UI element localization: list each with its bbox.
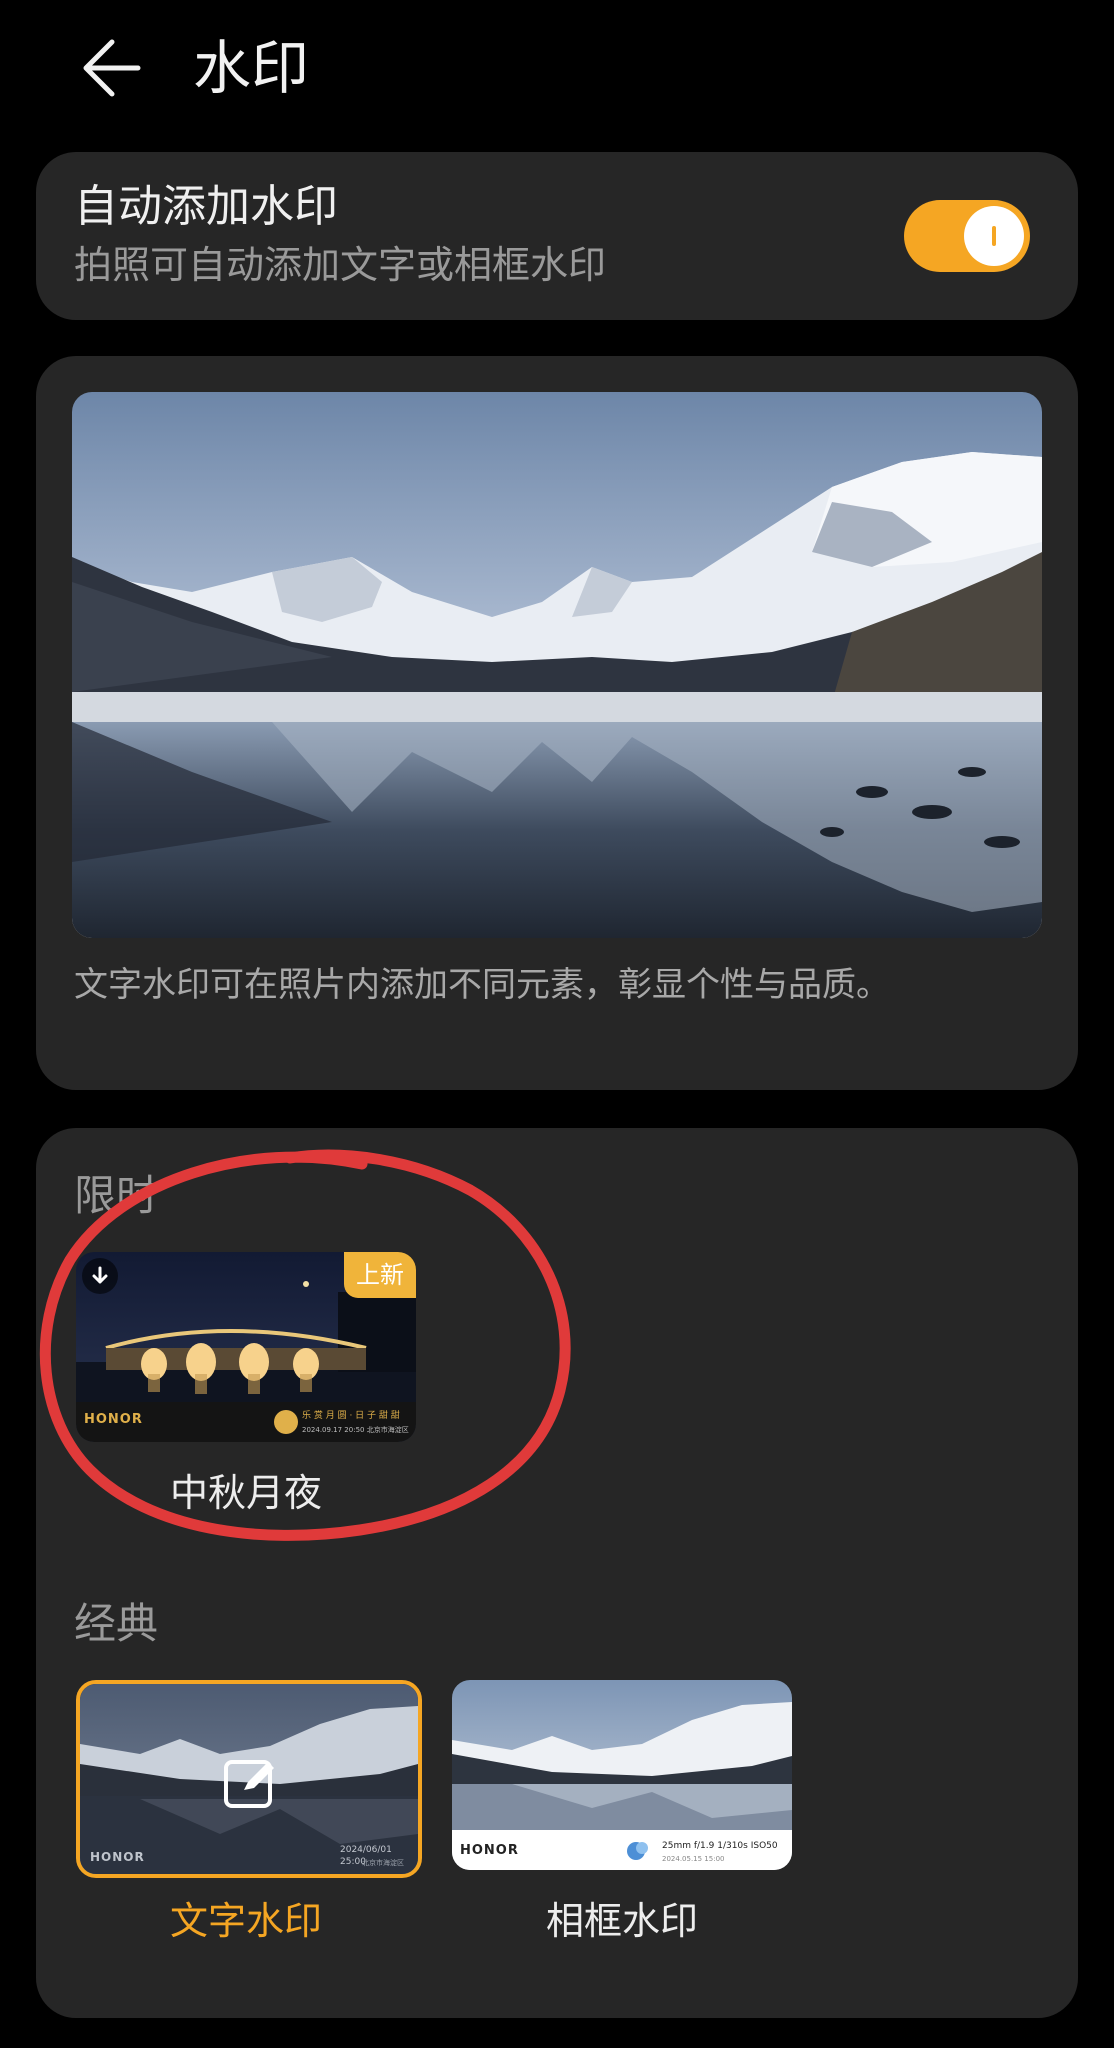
text-watermark-brand-text: HONOR bbox=[90, 1850, 145, 1864]
frame-watermark-exif-line1: 25mm f/1.9 1/310s ISO50 bbox=[662, 1841, 778, 1851]
mid-autumn-caption: 中秋月夜 bbox=[169, 1471, 322, 1515]
watermark-option-mid-autumn[interactable]: HONOR 乐 赏 月 圆 · 日 子 甜 甜 2024.09.17 20:50… bbox=[76, 1252, 416, 1442]
auto-watermark-subtitle: 拍照可自动添加文字或相框水印 bbox=[74, 243, 607, 287]
watermark-option-text[interactable]: HONOR 2024/06/01 25:00 北京市海淀区 bbox=[76, 1680, 422, 1878]
section-label-limited: 限时 bbox=[74, 1171, 159, 1220]
watermark-option-frame[interactable]: HONOR 25mm f/1.9 1/310s ISO50 2024.05.15… bbox=[452, 1680, 792, 1870]
toggle-on-mark bbox=[992, 226, 996, 246]
mid-autumn-stamp-line1: 乐 赏 月 圆 · 日 子 甜 甜 bbox=[302, 1411, 400, 1421]
edit-icon bbox=[224, 1760, 274, 1808]
app-header: 水印 bbox=[0, 0, 1114, 140]
frame-watermark-exif-line2: 2024.05.15 15:00 bbox=[662, 1855, 725, 1863]
back-arrow-icon bbox=[83, 39, 141, 97]
auto-watermark-toggle[interactable] bbox=[904, 200, 1030, 272]
frame-watermark-caption: 相框水印 bbox=[545, 1899, 698, 1943]
text-watermark-caption: 文字水印 bbox=[169, 1899, 322, 1943]
new-badge: 上新 bbox=[344, 1252, 416, 1298]
section-label-classic: 经典 bbox=[74, 1599, 159, 1648]
page-title: 水印 bbox=[193, 34, 310, 102]
frame-watermark-brand-text: HONOR bbox=[460, 1843, 519, 1858]
mid-autumn-brand-text: HONOR bbox=[84, 1412, 143, 1427]
preview-card: 文字水印可在照片内添加不同元素，彰显个性与品质。 bbox=[36, 356, 1078, 1090]
preview-description: 文字水印可在照片内添加不同元素，彰显个性与品质。 bbox=[74, 965, 890, 1005]
watermark-styles-card: 限时 HONOR 乐 赏 月 圆 · 日 子 甜 甜 2024.09.17 20… bbox=[36, 1128, 1078, 2018]
preview-image bbox=[72, 392, 1042, 938]
download-icon bbox=[82, 1258, 118, 1294]
mid-autumn-stamp-line2: 2024.09.17 20:50 北京市海淀区 bbox=[302, 1426, 409, 1434]
back-button[interactable] bbox=[70, 28, 150, 108]
auto-watermark-card: 自动添加水印 拍照可自动添加文字或相框水印 bbox=[36, 152, 1078, 320]
text-watermark-stamp-line2: 北京市海淀区 bbox=[362, 1859, 404, 1867]
toggle-knob bbox=[964, 206, 1024, 266]
auto-watermark-title: 自动添加水印 bbox=[74, 181, 338, 232]
